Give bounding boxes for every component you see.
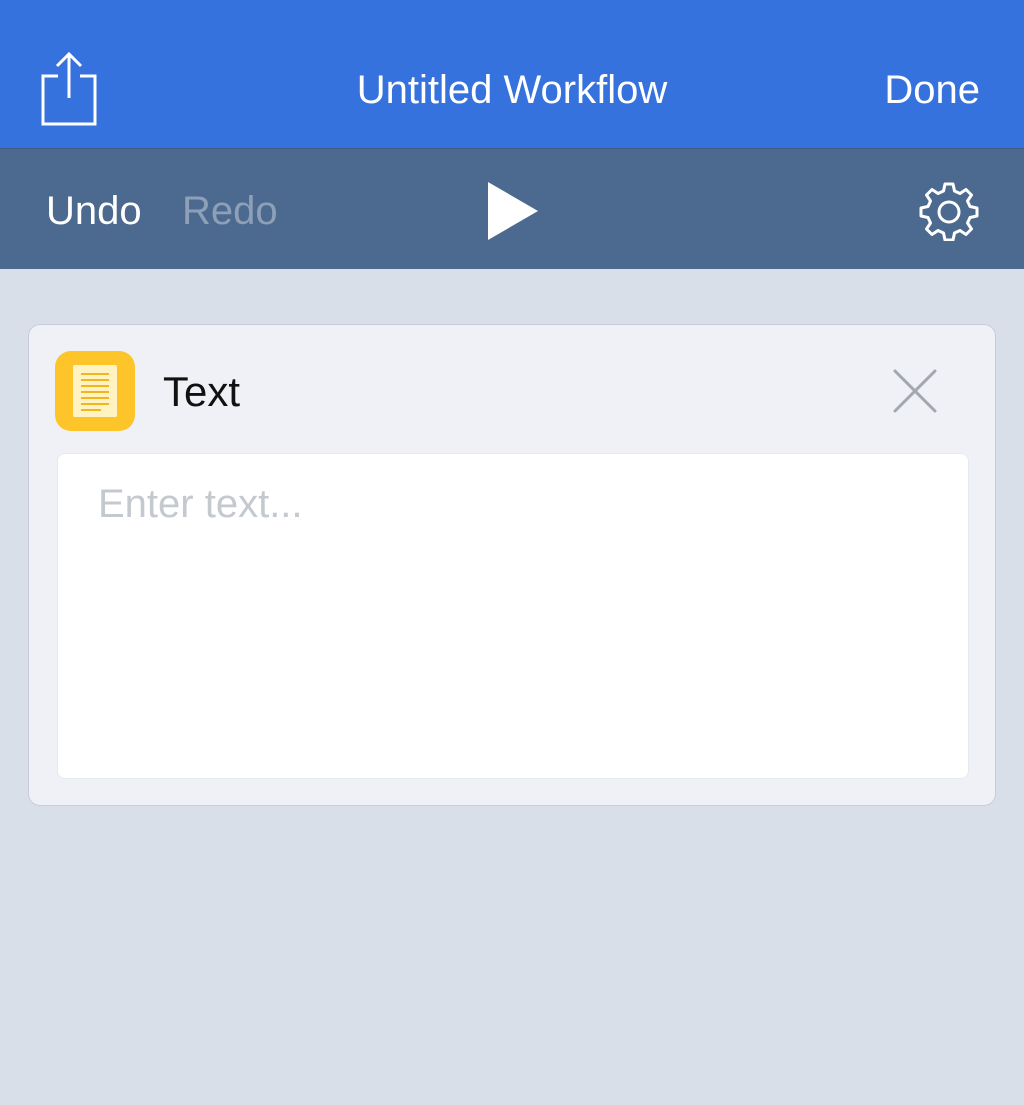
text-action-card: Text xyxy=(28,324,996,806)
editor-toolbar: Undo Redo xyxy=(0,148,1024,269)
share-icon xyxy=(41,51,97,126)
done-button[interactable]: Done xyxy=(884,66,980,114)
remove-action-button[interactable] xyxy=(889,365,941,417)
run-button[interactable] xyxy=(486,182,540,240)
workflow-title: Untitled Workflow xyxy=(356,68,668,112)
share-button[interactable] xyxy=(40,50,100,130)
action-title: Text xyxy=(163,368,241,415)
text-input[interactable] xyxy=(57,453,969,779)
undo-button[interactable]: Undo xyxy=(46,187,142,235)
play-icon xyxy=(488,182,538,240)
settings-button[interactable] xyxy=(918,179,980,242)
redo-button[interactable]: Redo xyxy=(182,187,278,235)
navigation-bar: Untitled Workflow Done xyxy=(0,0,1024,148)
close-icon xyxy=(893,369,937,413)
text-document-icon xyxy=(55,351,135,431)
gear-icon xyxy=(919,182,979,242)
